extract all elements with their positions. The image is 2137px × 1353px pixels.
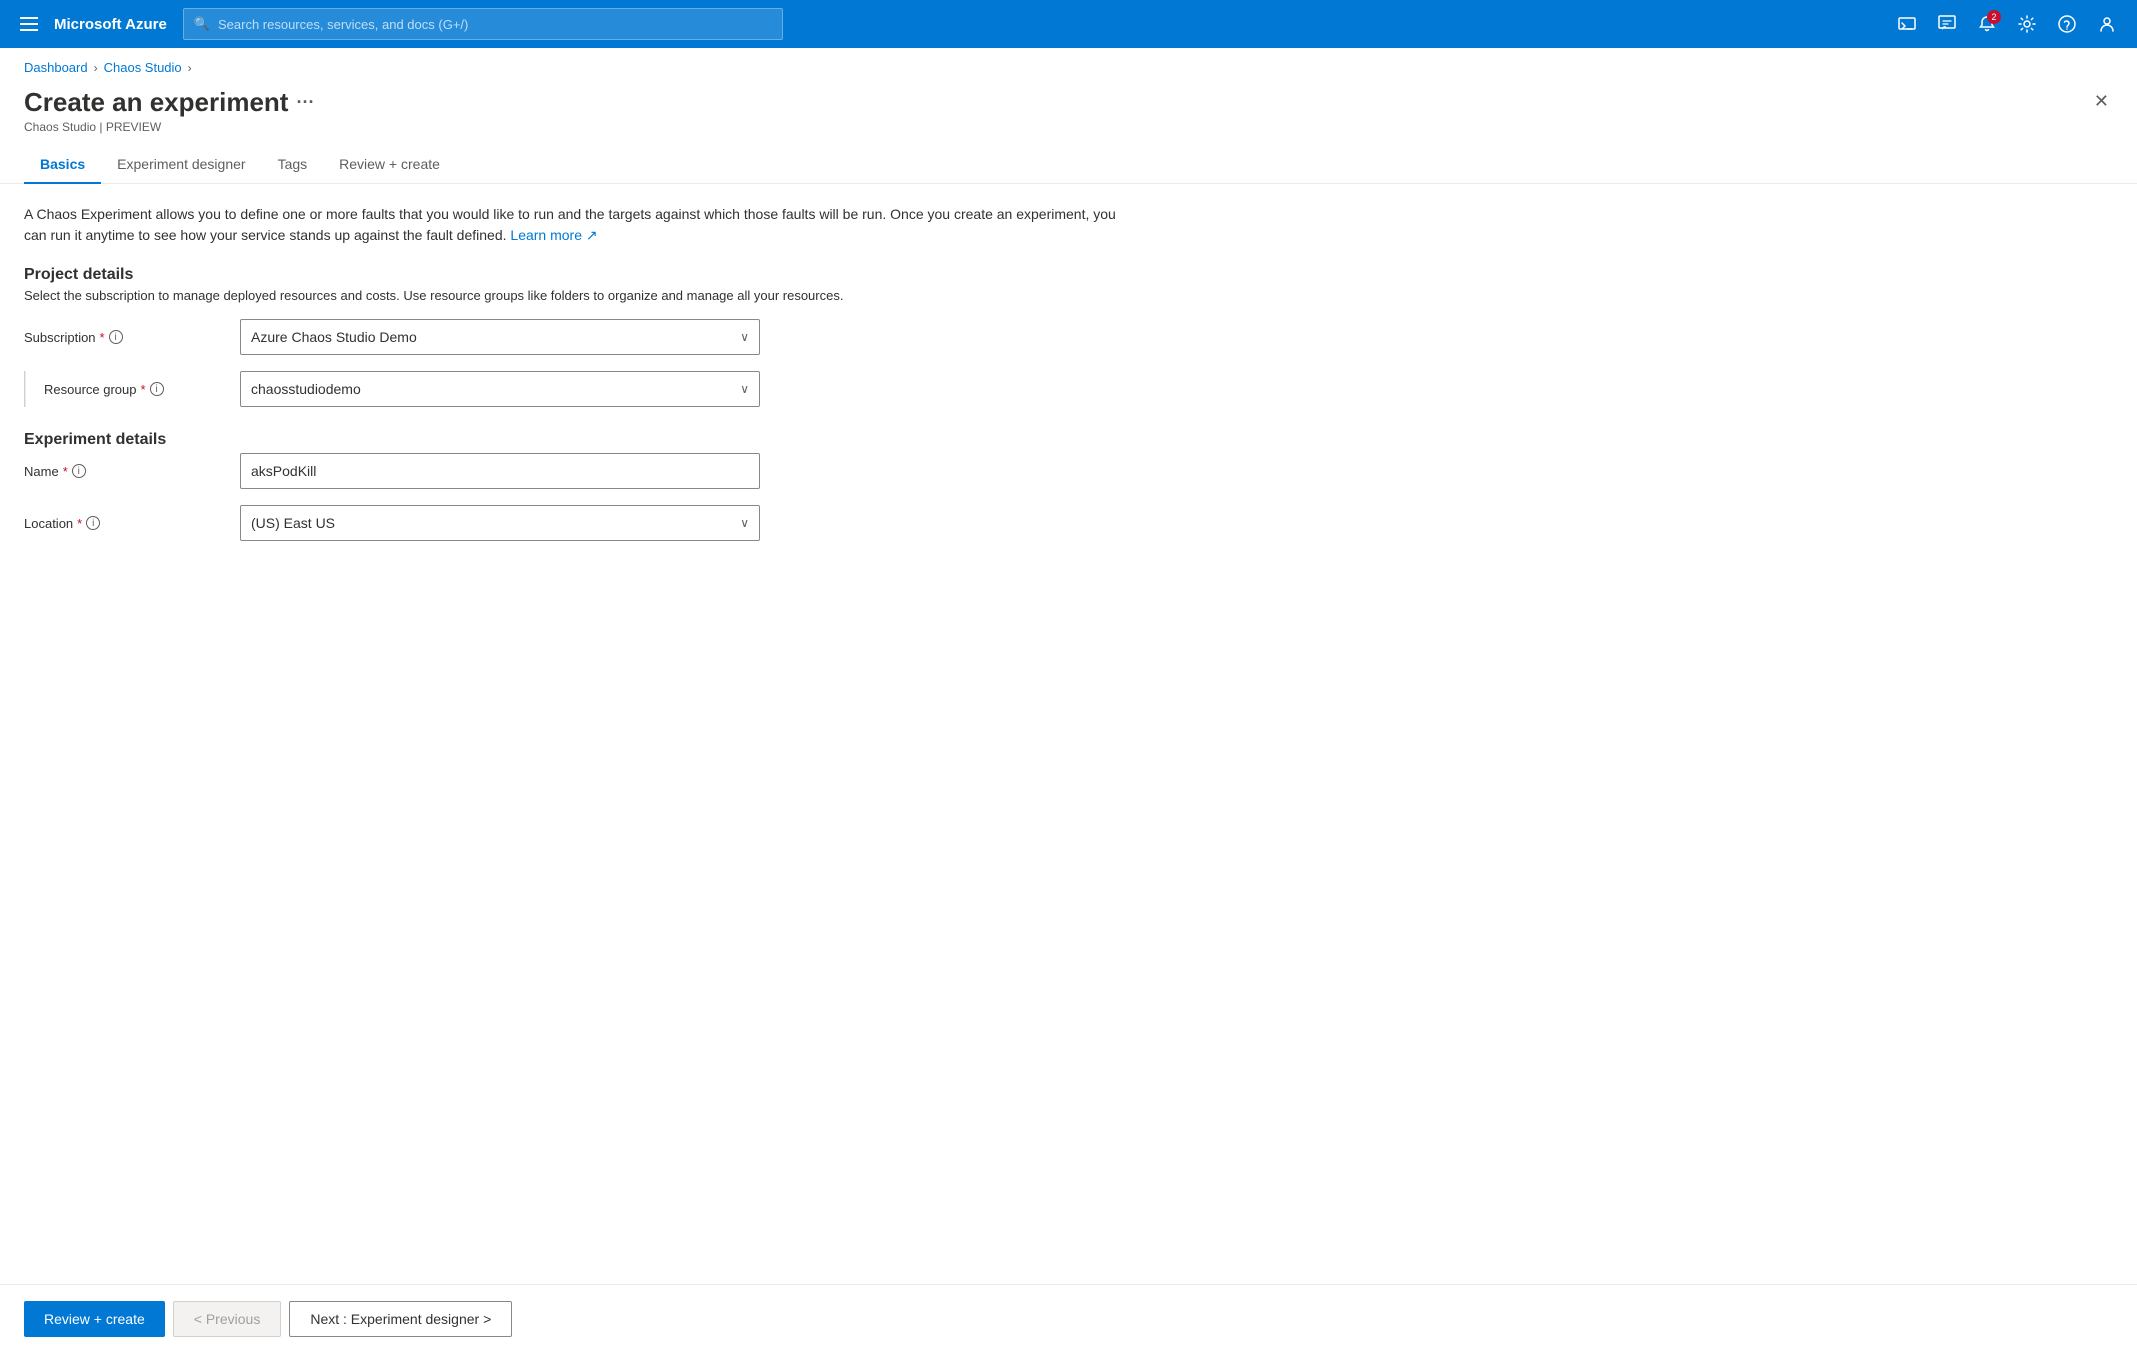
- close-button[interactable]: ✕: [2090, 87, 2113, 116]
- experiment-details-section: Experiment details Name * i Location * i: [24, 431, 2113, 541]
- project-details-subtitle: Select the subscription to manage deploy…: [24, 288, 2113, 303]
- breadcrumb-dashboard[interactable]: Dashboard: [24, 60, 88, 75]
- location-dropdown[interactable]: (US) East US ∨: [240, 505, 760, 541]
- description-text: A Chaos Experiment allows you to define …: [24, 204, 1124, 246]
- resource-group-dropdown[interactable]: chaosstudiodemo ∨: [240, 371, 760, 407]
- topbar: Microsoft Azure 🔍 2: [0, 0, 2137, 48]
- breadcrumb-sep-1: ›: [94, 61, 98, 75]
- learn-more-link[interactable]: Learn more ↗: [510, 227, 597, 243]
- cloud-shell-icon[interactable]: [1889, 6, 1925, 42]
- hamburger-menu[interactable]: [12, 9, 46, 39]
- breadcrumb: Dashboard › Chaos Studio ›: [0, 48, 2137, 79]
- name-required: *: [63, 464, 68, 479]
- rg-left-border: [24, 371, 26, 407]
- subscription-required: *: [100, 330, 105, 345]
- previous-button: < Previous: [173, 1301, 282, 1337]
- project-details-title: Project details: [24, 266, 2113, 284]
- next-button[interactable]: Next : Experiment designer >: [289, 1301, 512, 1337]
- settings-icon[interactable]: [2009, 6, 2045, 42]
- notifications-icon[interactable]: 2: [1969, 6, 2005, 42]
- name-input[interactable]: [240, 453, 760, 489]
- rg-info-icon[interactable]: i: [150, 382, 164, 396]
- subscription-row: Subscription * i Azure Chaos Studio Demo…: [24, 319, 2113, 355]
- feedback-icon[interactable]: [1929, 6, 1965, 42]
- subscription-label: Subscription * i: [24, 330, 224, 345]
- page-header: Create an experiment ··· Chaos Studio | …: [0, 79, 2137, 134]
- location-chevron: ∨: [740, 516, 749, 530]
- search-icon: 🔍: [194, 16, 210, 32]
- location-info-icon[interactable]: i: [86, 516, 100, 530]
- subscription-dropdown[interactable]: Azure Chaos Studio Demo ∨: [240, 319, 760, 355]
- tab-review-create[interactable]: Review + create: [323, 146, 456, 184]
- location-required: *: [77, 516, 82, 531]
- subscription-value: Azure Chaos Studio Demo: [251, 329, 417, 345]
- breadcrumb-chaos-studio[interactable]: Chaos Studio: [104, 60, 182, 75]
- search-bar[interactable]: 🔍: [183, 8, 783, 40]
- name-label: Name * i: [24, 464, 224, 479]
- footer: Review + create < Previous Next : Experi…: [0, 1284, 2137, 1353]
- rg-required: *: [141, 382, 146, 397]
- brand-name: Microsoft Azure: [54, 16, 167, 33]
- tab-bar: Basics Experiment designer Tags Review +…: [0, 146, 2137, 184]
- ellipsis-menu[interactable]: ···: [296, 92, 314, 113]
- page-title-text: Create an experiment: [24, 87, 288, 118]
- breadcrumb-sep-2: ›: [188, 61, 192, 75]
- location-row: Location * i (US) East US ∨: [24, 505, 2113, 541]
- resource-group-value: chaosstudiodemo: [251, 381, 361, 397]
- page-subtitle: Chaos Studio | PREVIEW: [24, 120, 314, 134]
- profile-icon[interactable]: [2089, 6, 2125, 42]
- subscription-info-icon[interactable]: i: [109, 330, 123, 344]
- main-content: A Chaos Experiment allows you to define …: [0, 184, 2137, 1284]
- topbar-actions: 2: [1889, 6, 2125, 42]
- tab-experiment-designer[interactable]: Experiment designer: [101, 146, 261, 184]
- subscription-chevron: ∨: [740, 330, 749, 344]
- search-input[interactable]: [218, 17, 772, 32]
- location-label: Location * i: [24, 516, 224, 531]
- tab-tags[interactable]: Tags: [262, 146, 324, 184]
- location-value: (US) East US: [251, 515, 335, 531]
- experiment-details-title: Experiment details: [24, 431, 2113, 449]
- rg-chevron: ∨: [740, 382, 749, 396]
- tab-basics[interactable]: Basics: [24, 146, 101, 184]
- notification-badge: 2: [1987, 10, 2001, 24]
- review-create-button[interactable]: Review + create: [24, 1301, 165, 1337]
- resource-group-label: Resource group * i: [24, 371, 224, 407]
- project-details-section: Project details Select the subscription …: [24, 266, 2113, 407]
- resource-group-row: Resource group * i chaosstudiodemo ∨: [24, 371, 2113, 407]
- help-icon[interactable]: [2049, 6, 2085, 42]
- name-info-icon[interactable]: i: [72, 464, 86, 478]
- name-row: Name * i: [24, 453, 2113, 489]
